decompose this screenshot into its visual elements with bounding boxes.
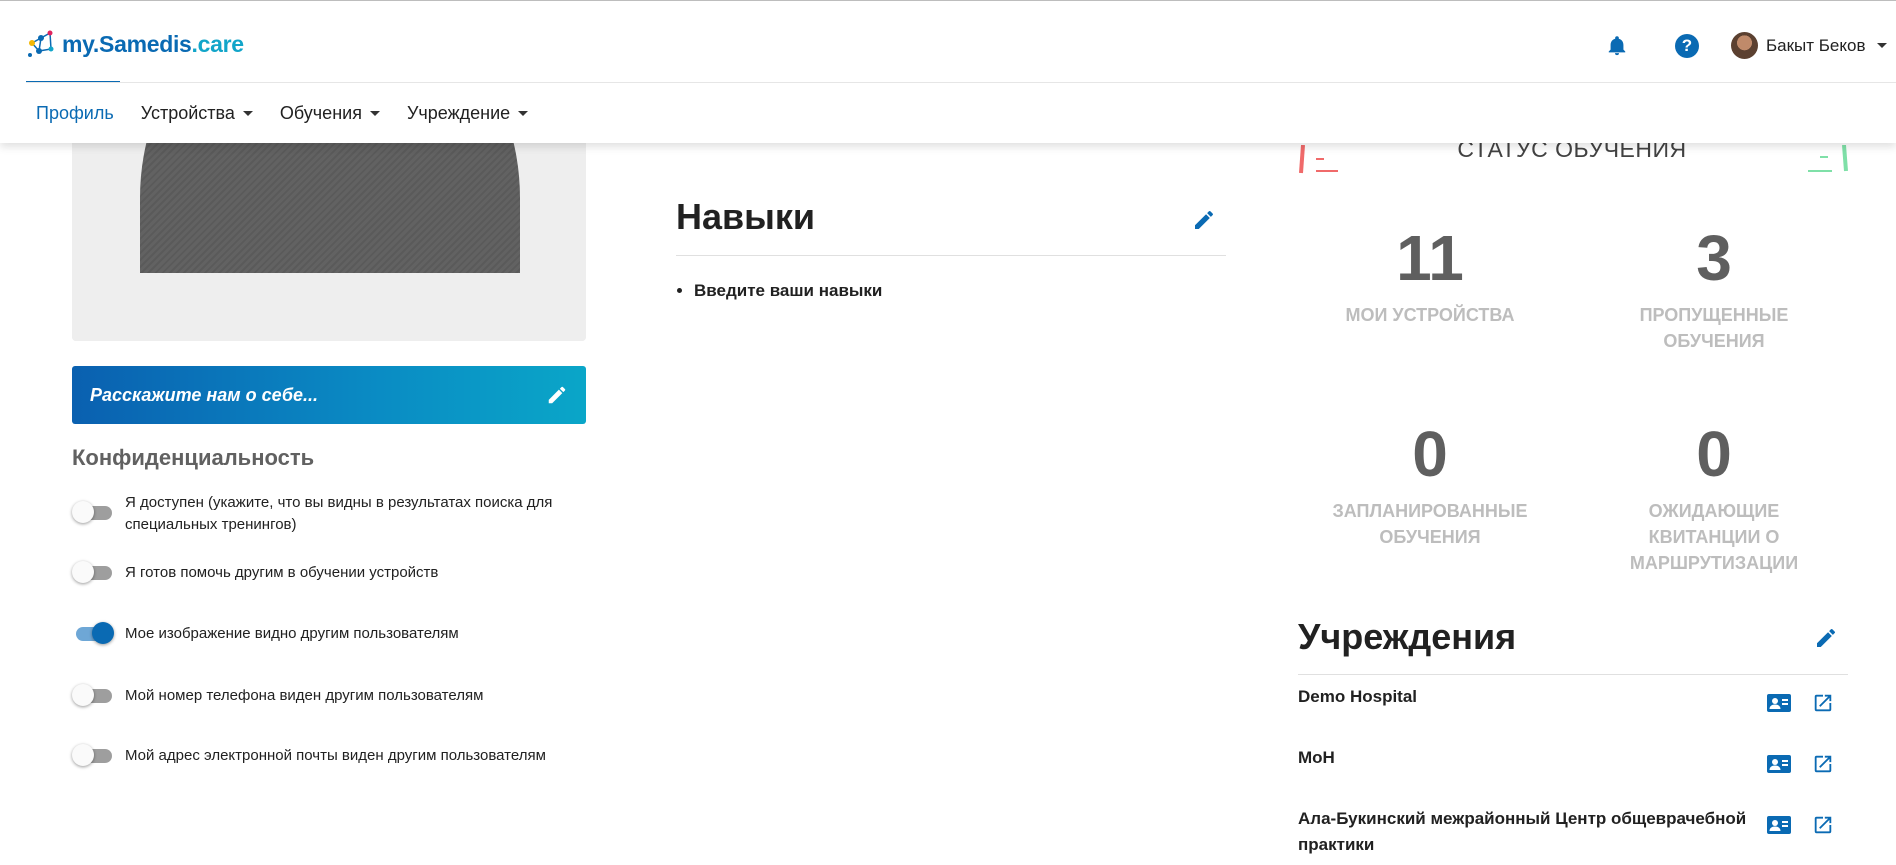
user-name: Бакыт Беков [1766, 35, 1866, 55]
toggle-label: Мое изображение видно другим пользовател… [125, 625, 459, 642]
chevron-down-icon [369, 110, 380, 116]
open-external-icon[interactable] [1812, 814, 1838, 836]
logo-suffix: .care [191, 30, 245, 57]
profile-photo[interactable] [72, 143, 586, 341]
nav-label: Устройства [140, 102, 235, 123]
nav-item-trainings[interactable]: Обучения [280, 103, 380, 124]
list-item: Введите ваши навыки [694, 281, 882, 301]
logo-prefix: my. [62, 30, 100, 57]
toggle-label: Я готов помочь другим в обучении устройс… [125, 564, 439, 581]
privacy-toggle-row: Мое изображение видно другим пользовател… [72, 622, 592, 646]
edit-pencil-icon[interactable] [1192, 208, 1216, 232]
institution-name: MoH [1298, 748, 1335, 767]
stat-label: ПРОПУЩЕННЫЕ ОБУЧЕНИЯ [1639, 305, 1789, 351]
stat-value: 11 [1396, 222, 1464, 294]
image-visible-toggle[interactable] [72, 620, 114, 646]
privacy-toggle-row: Я готов помочь другим в обучении устройс… [72, 561, 592, 585]
chevron-down-icon [1876, 43, 1887, 48]
notifications-bell-icon[interactable] [1606, 34, 1628, 58]
toggle-label: Мой адрес электронной почты виден другим… [125, 747, 546, 764]
nav-item-devices[interactable]: Устройства [141, 103, 253, 124]
nav-label: Профиль [36, 102, 114, 123]
app-logo[interactable]: my.Samedis.care [26, 27, 244, 61]
help-others-toggle[interactable] [72, 559, 112, 585]
edit-pencil-icon[interactable] [1814, 626, 1838, 650]
stat-value: 3 [1696, 222, 1732, 294]
contact-card-icon[interactable] [1766, 692, 1792, 714]
institution-actions [1766, 753, 1838, 775]
stat-value: 0 [1412, 418, 1448, 490]
institution-actions [1766, 814, 1838, 836]
chevron-down-icon [242, 110, 253, 116]
list-item: MoH [1298, 745, 1848, 773]
stat-label: МОИ УСТРОЙСТВА [1345, 305, 1515, 325]
header-divider [26, 82, 1896, 83]
privacy-toggle-row: Мой адрес электронной почты виден другим… [72, 744, 592, 768]
about-me-field[interactable]: Расскажите нам о себе... [72, 366, 586, 424]
nav-item-institution[interactable]: Учреждение [406, 102, 529, 124]
avatar [1731, 32, 1758, 59]
stat-scheduled-trainings[interactable]: 0 ЗАПЛАНИРОВАННЫЕ ОБУЧЕНИЯ [1310, 422, 1550, 550]
stat-my-devices[interactable]: 11 МОИ УСТРОЙСТВА [1310, 226, 1550, 328]
help-icon[interactable]: ? [1675, 34, 1699, 58]
nav-label: Учреждение [406, 102, 511, 123]
stat-value: 0 [1696, 418, 1732, 490]
nav-label: Обучения [279, 102, 362, 123]
logo-molecule-icon [28, 30, 54, 57]
photo-bottom-mask [72, 273, 586, 341]
nav-item-profile[interactable]: Профиль [36, 103, 114, 124]
skills-title: Навыки [676, 196, 816, 237]
logo-text: my.Samedis.care [62, 31, 244, 58]
institutions-divider [1298, 674, 1848, 675]
privacy-toggle-row: Я доступен (укажите, что вы видны в резу… [72, 491, 592, 536]
availability-toggle[interactable] [72, 499, 112, 525]
list-item: Ала-Букинский межрайонный Центр общеврач… [1298, 806, 1848, 858]
open-external-icon[interactable] [1812, 692, 1838, 714]
privacy-title: Конфиденциальность [72, 445, 315, 470]
stat-missed-trainings[interactable]: 3 ПРОПУЩЕННЫЕ ОБУЧЕНИЯ [1594, 226, 1834, 354]
logo-main: Samedis [99, 30, 192, 57]
top-header: my.Samedis.care ? Бакыт Беков Профиль Ус… [0, 0, 1896, 143]
institution-actions [1766, 692, 1838, 714]
contact-card-icon[interactable] [1766, 814, 1792, 836]
toggle-label: Мой номер телефона виден другим пользова… [125, 687, 484, 704]
chevron-down-icon [518, 110, 529, 116]
main-nav: Профиль Устройства Обучения Учреждение [26, 98, 555, 128]
stat-pending-receipts[interactable]: 0 ОЖИДАЮЩИЕ КВИТАНЦИИ О МАРШРУТИЗАЦИИ [1594, 422, 1834, 576]
about-me-placeholder: Расскажите нам о себе... [90, 384, 319, 405]
open-external-icon[interactable] [1812, 753, 1838, 775]
toggle-label: Я доступен (укажите, что вы видны в резу… [125, 494, 553, 533]
institutions-title: Учреждения [1298, 616, 1517, 657]
privacy-toggle-row: Мой номер телефона виден другим пользова… [72, 684, 592, 708]
stat-label: ЗАПЛАНИРОВАННЫЕ ОБУЧЕНИЯ [1332, 501, 1528, 547]
user-menu[interactable]: Бакыт Беков [1731, 32, 1887, 59]
stat-label: ОЖИДАЮЩИЕ КВИТАНЦИИ О МАРШРУТИЗАЦИИ [1629, 501, 1799, 573]
institution-name: Demo Hospital [1298, 687, 1418, 706]
contact-card-icon[interactable] [1766, 753, 1792, 775]
edit-pencil-icon[interactable] [546, 384, 568, 406]
list-item: Demo Hospital [1298, 684, 1848, 712]
phone-visible-toggle[interactable] [72, 682, 112, 708]
institution-name: Ала-Букинский межрайонный Центр общеврач… [1298, 809, 1747, 854]
email-visible-toggle[interactable] [72, 742, 112, 768]
skills-divider [676, 255, 1226, 256]
skills-list: Введите ваши навыки [694, 281, 882, 301]
